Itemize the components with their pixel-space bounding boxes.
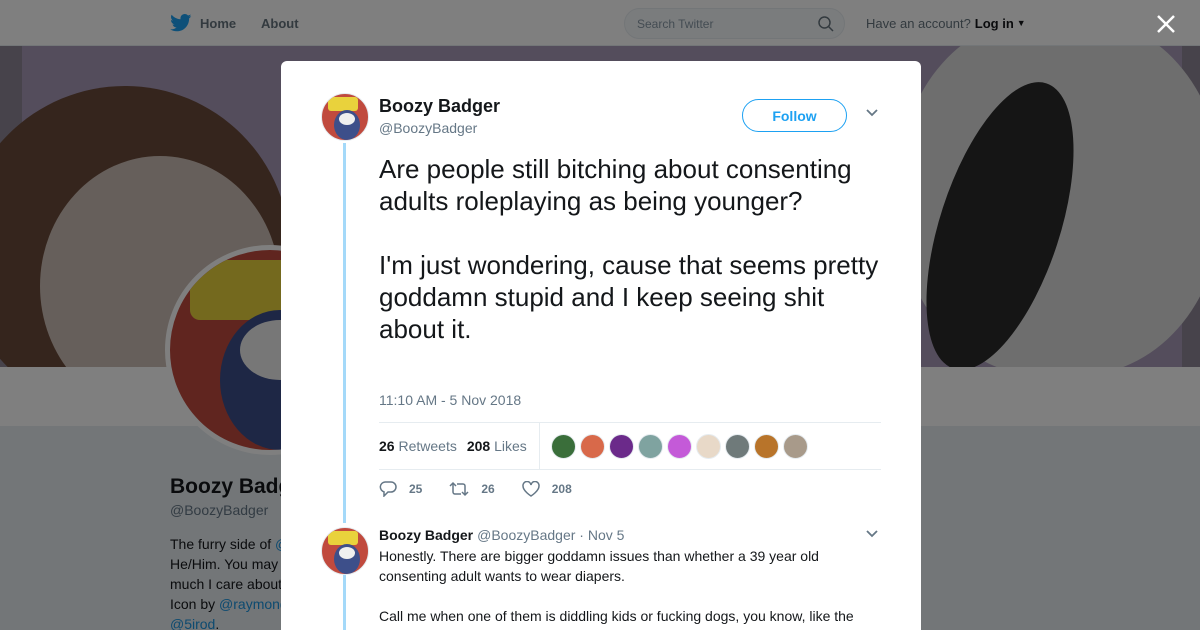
retweet-button[interactable]: 26 bbox=[449, 481, 495, 497]
liker-avatar[interactable] bbox=[550, 433, 576, 459]
liker-avatar[interactable] bbox=[637, 433, 663, 459]
retweet-icon bbox=[449, 481, 469, 497]
reply-icon bbox=[379, 481, 397, 497]
reply-text: Honestly. There are bigger goddamn issue… bbox=[379, 548, 854, 624]
like-button[interactable]: 208 bbox=[521, 481, 572, 497]
liker-avatar[interactable] bbox=[782, 433, 808, 459]
liker-avatars bbox=[550, 433, 812, 459]
liker-avatar[interactable] bbox=[579, 433, 605, 459]
liker-avatar[interactable] bbox=[753, 433, 779, 459]
tweet-text: Are people still bitching about consenti… bbox=[379, 154, 879, 344]
retweet-count: 26 bbox=[481, 482, 495, 496]
chevron-down-icon[interactable] bbox=[865, 108, 879, 118]
retweets-label: Retweets bbox=[398, 438, 457, 454]
likes-count: 208 bbox=[466, 438, 491, 454]
likes-label: Likes bbox=[494, 438, 527, 454]
close-icon[interactable] bbox=[1154, 12, 1178, 36]
reply-button[interactable]: 25 bbox=[379, 481, 422, 497]
liker-avatar[interactable] bbox=[724, 433, 750, 459]
retweets-stat[interactable]: 26 Retweets bbox=[379, 438, 457, 454]
like-count: 208 bbox=[551, 482, 572, 496]
reply-date[interactable]: · Nov 5 bbox=[579, 527, 624, 543]
reply-count: 25 bbox=[409, 482, 423, 496]
tweet-author-handle[interactable]: @BoozyBadger bbox=[379, 120, 477, 136]
heart-icon bbox=[521, 481, 540, 497]
liker-avatar[interactable] bbox=[695, 433, 721, 459]
thread-line bbox=[343, 573, 346, 630]
reply-author-handle[interactable]: @BoozyBadger bbox=[477, 527, 575, 543]
reply-author-name[interactable]: Boozy Badger bbox=[379, 527, 473, 543]
avatar[interactable] bbox=[321, 93, 369, 141]
tweet-timestamp[interactable]: 11:10 AM - 5 Nov 2018 bbox=[379, 392, 521, 408]
tweet-actions: 25 26 208 bbox=[379, 481, 599, 497]
tweet-stats: 26 Retweets 208 Likes bbox=[379, 422, 881, 470]
tweet-author-name[interactable]: Boozy Badger bbox=[379, 96, 500, 117]
reply-header: Boozy Badger @BoozyBadger · Nov 5 bbox=[379, 527, 624, 543]
chevron-down-icon[interactable] bbox=[865, 529, 879, 539]
tweet-modal: Boozy Badger @BoozyBadger Follow Are peo… bbox=[281, 61, 921, 630]
retweets-count: 26 bbox=[379, 438, 395, 454]
likes-stat[interactable]: 208 Likes bbox=[467, 438, 527, 454]
thread-line bbox=[343, 143, 346, 523]
follow-button[interactable]: Follow bbox=[742, 99, 847, 132]
avatar[interactable] bbox=[321, 527, 369, 575]
liker-avatar[interactable] bbox=[608, 433, 634, 459]
liker-avatar[interactable] bbox=[666, 433, 692, 459]
